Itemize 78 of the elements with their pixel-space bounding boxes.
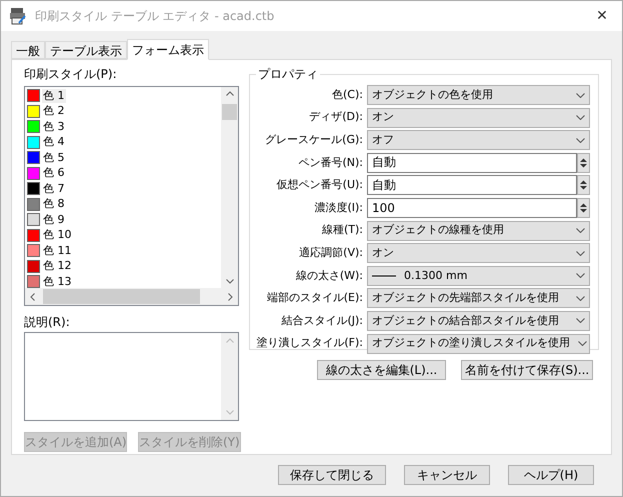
up-down-arrows-icon [580, 180, 587, 190]
dropdown[interactable]: オブジェクトの線種を使用 [367, 220, 590, 241]
action-button[interactable]: 名前を付けて保存(S)... [461, 360, 593, 380]
dropdown[interactable]: オン [367, 243, 590, 264]
spin-field[interactable]: 自動 [367, 175, 577, 196]
spin-field[interactable]: 100 [367, 198, 577, 218]
field-label: 色(C): [332, 86, 363, 103]
spin-field[interactable]: 自動 [367, 152, 577, 173]
list-item[interactable]: 色 8 [42, 197, 66, 212]
spin-button[interactable] [577, 175, 590, 196]
vertical-scrollbar[interactable] [221, 87, 238, 288]
dropdown[interactable]: オブジェクトの塗り潰しスタイルを使用 [367, 334, 590, 354]
tab[interactable]: 一般 [11, 41, 45, 59]
dropdown[interactable]: オン [367, 108, 590, 128]
dialog-button[interactable]: ヘルプ(H) [508, 465, 594, 485]
chevron-down-icon [576, 92, 585, 98]
description-label: 説明(R): [24, 314, 71, 330]
dropdown[interactable]: オフ [367, 130, 590, 150]
field-label: 線の太さ(W): [296, 268, 363, 284]
dropdown[interactable]: オブジェクトの先端部スタイルを使用 [367, 288, 590, 308]
list-item[interactable]: 色 4 [42, 135, 66, 150]
list-item[interactable]: 色 12 [42, 259, 72, 274]
chevron-down-icon [576, 250, 585, 256]
list-item[interactable]: 色 11 [42, 244, 72, 258]
scroll-up-icon [226, 91, 234, 96]
chevron-down-icon [576, 273, 585, 278]
spin-button[interactable] [577, 152, 590, 173]
chevron-down-icon [576, 138, 585, 143]
list-item[interactable]: 色 9 [42, 212, 66, 227]
scroll-thumb[interactable] [43, 289, 200, 304]
scroll-down-icon [226, 279, 234, 284]
field-label: 塗り潰しスタイル(F): [256, 335, 363, 352]
chevron-down-icon [576, 318, 585, 324]
tab[interactable]: テーブル表示 [45, 41, 127, 59]
list-item[interactable]: 色 7 [42, 182, 66, 196]
field-label: 濃淡度(I): [314, 200, 363, 216]
chevron-down-icon [576, 296, 585, 301]
field-label: 端部のスタイル(E): [266, 290, 363, 306]
field-label: グレースケール(G): [265, 132, 363, 148]
scroll-thumb[interactable] [222, 104, 237, 120]
field-label: 仮想ペン番号(U): [276, 177, 363, 194]
action-button[interactable]: 線の太さを編集(L)... [317, 360, 446, 380]
field-label: ディザ(D): [309, 109, 363, 126]
dropdown[interactable]: 0.1300 mm [367, 266, 590, 286]
line-sample-icon [372, 274, 396, 277]
dialog-button[interactable]: キャンセル [404, 465, 490, 485]
chevron-down-icon [578, 341, 587, 346]
field-label: 線種(T): [322, 222, 363, 238]
scroll-right-icon [228, 292, 233, 300]
list-item[interactable]: 色 1 [42, 88, 66, 103]
close-button[interactable]: ✕ [582, 1, 622, 31]
printer-icon [9, 7, 27, 25]
chevron-down-icon [576, 228, 585, 234]
scroll-down-icon [226, 410, 234, 415]
up-down-arrows-icon [580, 158, 587, 168]
scroll-up-icon [226, 338, 234, 343]
field-label: 適応調節(V): [299, 244, 363, 261]
dropdown[interactable]: オブジェクトの色を使用 [367, 85, 590, 105]
dropdown[interactable]: オブジェクトの結合部スタイルを使用 [367, 310, 590, 331]
window-title: 印刷スタイル テーブル エディタ - acad.ctb [35, 8, 276, 25]
up-down-arrows-icon [580, 202, 587, 213]
horizontal-scrollbar[interactable] [25, 288, 238, 305]
tab[interactable]: フォーム表示 [127, 39, 209, 60]
list-item[interactable]: 色 13 [42, 274, 72, 288]
dialog-button[interactable]: 保存して閉じる [278, 465, 386, 485]
spin-button[interactable] [577, 198, 590, 218]
list-item[interactable]: 色 5 [42, 150, 66, 165]
field-label: 結合スタイル(J): [281, 312, 363, 329]
group-title: プロパティ [256, 66, 320, 82]
chevron-down-icon [576, 115, 585, 120]
scroll-left-icon [30, 292, 35, 300]
list-item[interactable]: 色 10 [42, 228, 72, 242]
list-item[interactable]: 色 3 [42, 120, 66, 134]
list-item[interactable]: 色 6 [42, 166, 66, 180]
field-label: ペン番号(N): [298, 154, 363, 171]
list-item[interactable]: 色 2 [42, 104, 66, 118]
description-field[interactable] [24, 332, 239, 421]
styles-label: 印刷スタイル(P): [24, 66, 118, 82]
